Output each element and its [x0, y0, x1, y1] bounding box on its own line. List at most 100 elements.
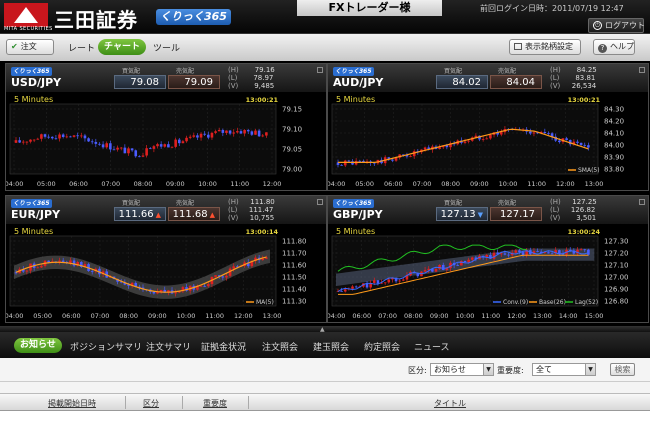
candle-body	[340, 290, 343, 292]
candle-body	[423, 147, 427, 150]
x-tick-label: 12:00	[507, 312, 526, 320]
question-icon: ?	[598, 44, 607, 53]
bid-price-button[interactable]: 79.08	[114, 75, 166, 89]
candle-body	[159, 289, 163, 292]
y-tick-label: 126.90	[604, 286, 629, 294]
y-tick-label: 79.15	[282, 106, 302, 114]
high-value: 111.80	[250, 198, 275, 206]
kuri365-logo: くりっく365	[333, 199, 374, 208]
x-tick-label: 10:00	[177, 312, 196, 320]
ask-price-button[interactable]: 79.09	[168, 75, 220, 89]
importance-select[interactable]: 全て ▼	[532, 363, 596, 376]
bid-price-button[interactable]: 84.02	[436, 75, 488, 89]
ask-price-button[interactable]: 111.68 ▲	[168, 207, 220, 221]
tab-tool[interactable]: ツール	[153, 41, 180, 54]
kuri365-logo: くりっく365	[11, 199, 52, 208]
chart-panel-aud-jpy[interactable]: くりっく365 AUD/JPY 買気配 売気配 84.02 84.04 (H) 8…	[327, 63, 649, 191]
chart-panel-eur-jpy[interactable]: くりっく365 EUR/JPY 買気配 売気配 111.66 ▲ 111.68 ▲ …	[5, 195, 327, 323]
bid-label: 買気配	[122, 68, 141, 75]
candle-body	[90, 141, 94, 143]
x-tick-label: 10:00	[198, 180, 217, 188]
window-icon	[514, 43, 522, 50]
chart-panel-gbp-jpy[interactable]: くりっく365 GBP/JPY 買気配 売気配 127.13 ▼ 127.17 (…	[327, 195, 649, 323]
tab-chart[interactable]: チャート	[98, 39, 146, 55]
candle-body	[254, 130, 257, 135]
logout-label: ログアウト	[605, 21, 645, 30]
candle-body	[499, 132, 503, 135]
candle-body	[467, 259, 470, 263]
display-settings-button[interactable]: 表示銘柄設定	[509, 39, 581, 55]
candle-body	[152, 146, 156, 149]
search-button[interactable]: 検索	[610, 363, 635, 376]
ask-price-button[interactable]: 127.17	[490, 207, 542, 221]
tab-order-inquiry[interactable]: 注文照会	[262, 340, 298, 353]
candle-body	[460, 260, 463, 266]
tab-position-inquiry[interactable]: 建玉照会	[313, 340, 349, 353]
tab-rate[interactable]: レート	[68, 41, 95, 54]
candle-body	[177, 139, 181, 144]
currency-pair: EUR/JPY	[11, 208, 61, 221]
bid-price-button[interactable]: 127.13 ▼	[436, 207, 488, 221]
candle-body	[72, 260, 76, 266]
category-label: 区分:	[408, 366, 427, 375]
candle-body	[90, 270, 94, 272]
y-tick-label: 79.05	[282, 146, 302, 154]
bid-arrow-icon: ▼	[477, 211, 483, 219]
chart-time: 13:00:24	[568, 228, 601, 236]
ask-price: 79.09	[184, 77, 213, 88]
tab-position-summary[interactable]: ポジションサマリ	[70, 340, 142, 353]
candle-body	[228, 130, 232, 134]
x-tick-label: 10:00	[456, 312, 475, 320]
y-tick-label: 127.30	[604, 238, 629, 246]
y-tick-label: 111.70	[282, 250, 307, 258]
tab-margin-status[interactable]: 証拠金状況	[201, 340, 246, 353]
candle-body	[579, 142, 583, 145]
ask-label: 売気配	[498, 200, 517, 207]
candle-body	[14, 140, 18, 143]
candle-body	[43, 134, 47, 137]
minimize-icon[interactable]	[317, 199, 323, 205]
column-start-date[interactable]: 掲載開始日時	[48, 398, 96, 409]
x-tick-label: 14:00	[559, 312, 578, 320]
candle-body	[246, 130, 250, 132]
logout-button[interactable]: ⏻ ログアウト	[588, 18, 645, 33]
candle-body	[181, 141, 185, 144]
chart-time: 13:00:21	[246, 96, 279, 104]
x-tick-label: 08:00	[404, 312, 423, 320]
tab-execution-inquiry[interactable]: 約定照会	[364, 340, 400, 353]
ask-price-button[interactable]: 84.04	[490, 75, 542, 89]
help-button[interactable]: ? ヘルプ	[593, 39, 635, 55]
candle-body	[105, 143, 109, 148]
minimize-icon[interactable]	[317, 67, 323, 73]
candle-body	[376, 280, 380, 284]
tab-news[interactable]: ニュース	[414, 340, 450, 353]
column-category[interactable]: 区分	[143, 398, 159, 409]
legend-label: SMA(5)	[578, 167, 600, 174]
x-tick-label: 11:00	[230, 180, 249, 188]
bid-price-button[interactable]: 111.66 ▲	[114, 207, 166, 221]
candle-body	[192, 135, 196, 137]
tab-notices[interactable]: お知らせ	[14, 338, 62, 353]
candle-body	[148, 148, 152, 150]
candle-body	[236, 131, 239, 133]
candle-body	[134, 150, 138, 157]
chart-time: 13:00:21	[568, 96, 601, 104]
chart-panel-usd-jpy[interactable]: くりっく365 USD/JPY 買気配 売気配 79.08 79.09 (H) 7…	[5, 63, 327, 191]
app-header: MITA SECURITIES 三田証券 くりっく365 FXトレーダー様 前回…	[0, 0, 650, 34]
minimize-icon[interactable]	[639, 67, 645, 73]
column-importance[interactable]: 重要度	[203, 398, 227, 409]
candle-body	[547, 252, 550, 254]
candle-body	[225, 130, 228, 133]
order-button[interactable]: ✔ 注文	[6, 39, 54, 55]
high-label: (H)	[228, 66, 239, 74]
panel-header: くりっく365 EUR/JPY 買気配 売気配 111.66 ▲ 111.68 ▲ …	[6, 196, 326, 224]
minimize-icon[interactable]	[639, 199, 645, 205]
category-select[interactable]: お知らせ ▼	[430, 363, 494, 376]
candlestick-chart: 5 Minutes 13:00:2179.15 79.10 79.05 79.00 04:…	[6, 92, 326, 190]
check-icon: ✔	[11, 42, 18, 51]
low-label: (L)	[228, 206, 238, 214]
volume-label: (V)	[550, 82, 561, 90]
tab-order-summary[interactable]: 注文サマリ	[146, 340, 191, 353]
column-divider	[182, 396, 183, 409]
column-title[interactable]: タイトル	[434, 398, 466, 409]
